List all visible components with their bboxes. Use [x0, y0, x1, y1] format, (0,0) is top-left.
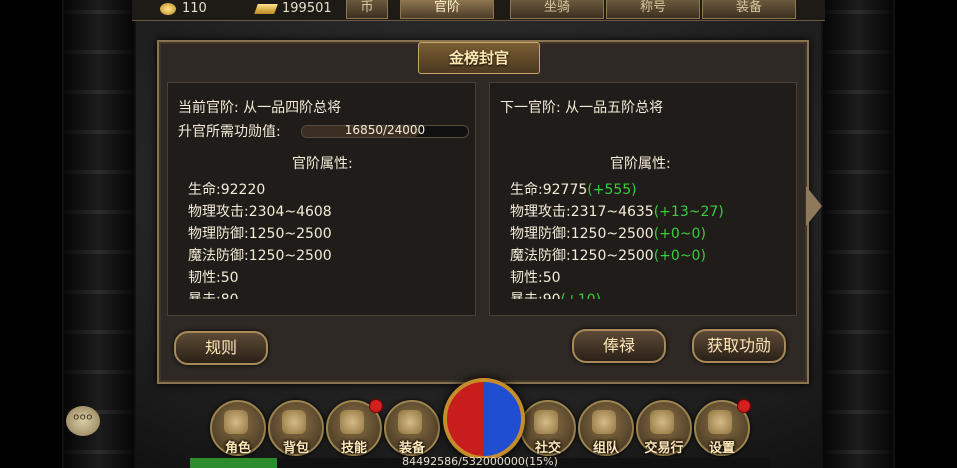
salary-button[interactable]: 俸禄	[572, 329, 666, 363]
next-stat-row: 魔法防御:1250~2500(+0~0)	[510, 245, 724, 267]
tab-title[interactable]: 称号	[606, 0, 700, 19]
gear-icon	[708, 410, 732, 434]
menu-label: 组队	[592, 441, 619, 456]
next-stat-bonus: (+555)	[587, 182, 637, 198]
next-stat-bonus: (+0~0)	[653, 248, 706, 264]
ingot-amount: 199501	[282, 1, 332, 16]
tab-equipment[interactable]: 装备	[702, 0, 796, 19]
tab-official-rank[interactable]: 官阶	[400, 0, 494, 19]
current-stat-value: 暴击:80	[188, 292, 239, 299]
bag-icon	[282, 410, 306, 434]
menu-character-button[interactable]: 角色	[210, 400, 266, 456]
current-stat-row: 暴击:80	[188, 289, 332, 299]
next-stat-value: 物理防御:1250~2500	[510, 226, 654, 242]
gold-coin-icon	[160, 2, 176, 15]
notification-dot-icon	[369, 399, 383, 413]
menu-label: 角色	[224, 441, 251, 456]
panel-title: 金榜封官	[418, 42, 540, 74]
next-stats-scroll[interactable]: 生命:92775(+555) 物理攻击:2317~4635(+13~27) 物理防御…	[490, 83, 796, 299]
next-stat-value: 暴击:90	[510, 292, 561, 299]
character-icon	[224, 410, 248, 434]
chat-bubble-icon[interactable]: ᵒᵒᵒ	[66, 406, 100, 436]
next-stats-list: 生命:92775(+555) 物理攻击:2317~4635(+13~27) 物理防御…	[510, 179, 724, 299]
menu-label: 技能	[340, 441, 367, 456]
handshake-icon	[534, 410, 558, 434]
next-rank-box: 下一官阶: 从一品五阶总将 官阶属性: 生命:92775(+555) 物理攻击:2…	[489, 82, 797, 316]
hammer-icon	[398, 410, 422, 434]
next-stat-value: 物理攻击:2317~4635	[510, 204, 654, 220]
current-stat-value: 魔法防御:1250~2500	[188, 248, 332, 264]
menu-label: 装备	[398, 441, 425, 456]
current-stats-list: 生命:92220 物理攻击:2304~4608 物理防御:1250~2500 魔法防御…	[188, 179, 332, 299]
current-stat-value: 生命:92220	[188, 182, 266, 198]
menu-team-button[interactable]: 组队	[578, 400, 634, 456]
next-stat-value: 生命:92775	[510, 182, 588, 198]
current-stat-row: 魔法防御:1250~2500	[188, 245, 332, 267]
rules-button[interactable]: 规则	[174, 331, 268, 365]
hp-mp-orb	[443, 378, 525, 460]
team-icon	[592, 410, 616, 434]
menu-label: 背包	[282, 441, 309, 456]
next-stat-value: 韧性:50	[510, 270, 561, 286]
current-stats-scroll[interactable]: 生命:92220 物理攻击:2304~4608 物理防御:1250~2500 魔法防御…	[168, 83, 475, 299]
experience-bar: 84492586/532000000(15%)	[190, 455, 770, 468]
next-stat-bonus: (+10)	[561, 292, 601, 299]
menu-bag-button[interactable]: 背包	[268, 400, 324, 456]
experience-text: 84492586/532000000(15%)	[402, 455, 558, 468]
tab-currency[interactable]: 币	[346, 0, 388, 19]
menu-skill-book-button[interactable]: 技能	[326, 399, 383, 456]
current-rank-box: 当前官阶: 从一品四阶总将 升官所需功勋值: 16850/24000 官阶属性:…	[167, 82, 476, 316]
menu-gear-button[interactable]: 设置	[694, 399, 751, 456]
auction-icon	[650, 410, 674, 434]
ingot-counter: 199501	[254, 1, 332, 16]
current-stat-row: 物理防御:1250~2500	[188, 223, 332, 245]
next-stat-row: 生命:92775(+555)	[510, 179, 724, 201]
menu-label: 设置	[708, 441, 735, 456]
menu-auction-button[interactable]: 交易行	[636, 400, 692, 456]
current-stat-value: 物理防御:1250~2500	[188, 226, 332, 242]
next-stat-row: 暴击:90(+10)	[510, 289, 724, 299]
menu-handshake-button[interactable]: 社交	[520, 400, 576, 456]
current-stat-value: 物理攻击:2304~4608	[188, 204, 332, 220]
next-stat-bonus: (+0~0)	[653, 226, 706, 242]
current-stat-row: 韧性:50	[188, 267, 332, 289]
right-letterbox	[895, 0, 957, 468]
menu-label: 交易行	[644, 441, 684, 456]
ingot-icon	[254, 3, 278, 14]
left-ornate-pillar	[62, 0, 136, 468]
current-stat-row: 物理攻击:2304~4608	[188, 201, 332, 223]
next-stat-row: 物理攻击:2317~4635(+13~27)	[510, 201, 724, 223]
current-stat-row: 生命:92220	[188, 179, 332, 201]
skill-book-icon	[340, 410, 364, 434]
menu-label: 社交	[534, 441, 561, 456]
tab-mount[interactable]: 坐骑	[510, 0, 604, 19]
next-stat-value: 魔法防御:1250~2500	[510, 248, 654, 264]
next-stat-bonus: (+13~27)	[653, 204, 724, 220]
next-stat-row: 韧性:50	[510, 267, 724, 289]
gold-amount: 110	[182, 1, 207, 16]
next-page-arrow-icon[interactable]	[806, 186, 822, 226]
right-ornate-pillar	[821, 0, 895, 468]
menu-hammer-button[interactable]: 装备	[384, 400, 440, 456]
current-stat-value: 韧性:50	[188, 270, 239, 286]
next-stat-row: 物理防御:1250~2500(+0~0)	[510, 223, 724, 245]
left-letterbox	[0, 0, 62, 468]
gold-counter: 110	[160, 1, 207, 16]
notification-dot-icon	[737, 399, 751, 413]
get-merit-button[interactable]: 获取功勋	[692, 329, 786, 363]
